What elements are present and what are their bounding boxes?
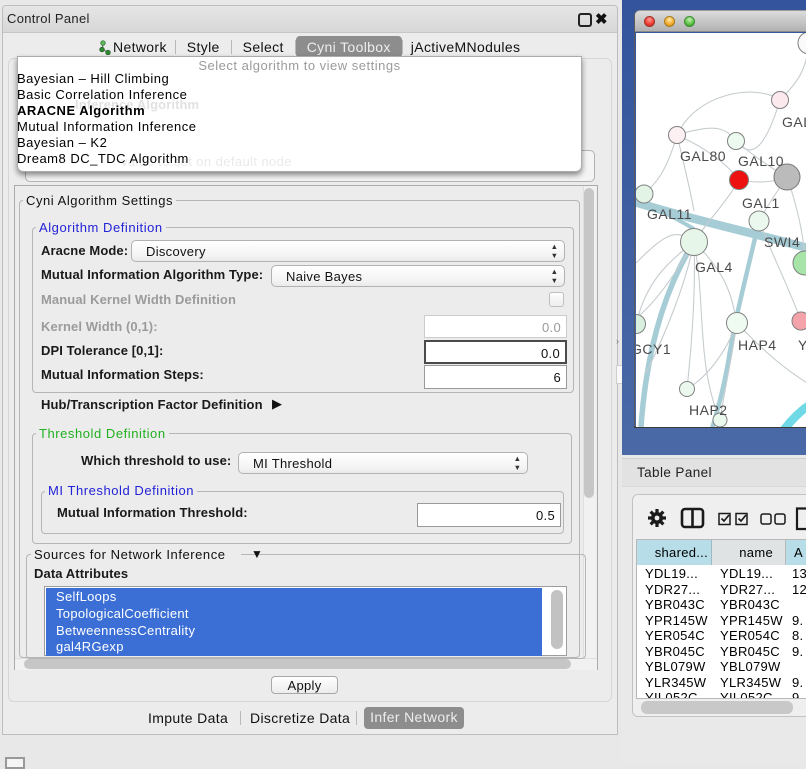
svg-text:GAL: GAL	[782, 114, 806, 130]
svg-text:GAL4: GAL4	[695, 259, 733, 275]
svg-text:GAL11: GAL11	[647, 206, 692, 222]
svg-text:HAP4: HAP4	[738, 337, 777, 353]
svg-text:HAP2: HAP2	[689, 402, 728, 418]
svg-text:GCY1: GCY1	[636, 341, 671, 357]
svg-text:GAL80: GAL80	[680, 148, 726, 164]
svg-text:Y: Y	[798, 337, 806, 353]
svg-text:GAL10: GAL10	[738, 153, 784, 169]
svg-text:GAL1: GAL1	[742, 195, 780, 211]
svg-text:SWI4: SWI4	[764, 234, 800, 250]
